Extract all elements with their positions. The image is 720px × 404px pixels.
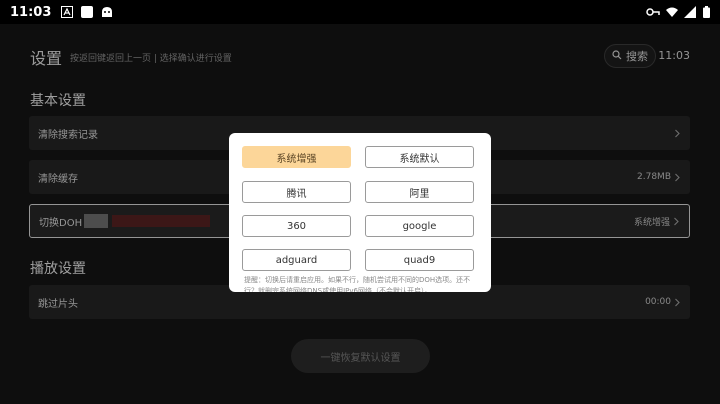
doh-option-360[interactable]: 360	[242, 215, 351, 237]
doh-option-system-enhanced[interactable]: 系统增强	[242, 146, 351, 168]
signal-icon	[684, 6, 696, 18]
doh-option-alibaba[interactable]: 阿里	[365, 181, 474, 203]
doh-selection-dialog: 系统增强 系统默认 腾讯 阿里 360 google adguard quad9…	[229, 133, 491, 292]
battery-icon	[702, 6, 710, 18]
doh-option-google[interactable]: google	[365, 215, 474, 237]
wifi-icon	[666, 6, 678, 18]
doh-option-quad9[interactable]: quad9	[365, 249, 474, 271]
doh-option-system-default[interactable]: 系统默认	[365, 146, 474, 168]
doh-option-adguard[interactable]: adguard	[242, 249, 351, 271]
doh-note: 提醒：切换后请重启应用。如果不行，随机尝试用不同的DOH选项。还不行？就删完系统…	[244, 276, 471, 292]
status-time: 11:03	[10, 4, 52, 20]
doh-option-tencent[interactable]: 腾讯	[242, 181, 351, 203]
vpn-key-icon	[646, 6, 660, 18]
font-a-icon	[61, 6, 74, 18]
status-bar: 11:03	[0, 0, 720, 24]
square-app-icon	[81, 6, 94, 18]
android-icon	[101, 6, 113, 18]
